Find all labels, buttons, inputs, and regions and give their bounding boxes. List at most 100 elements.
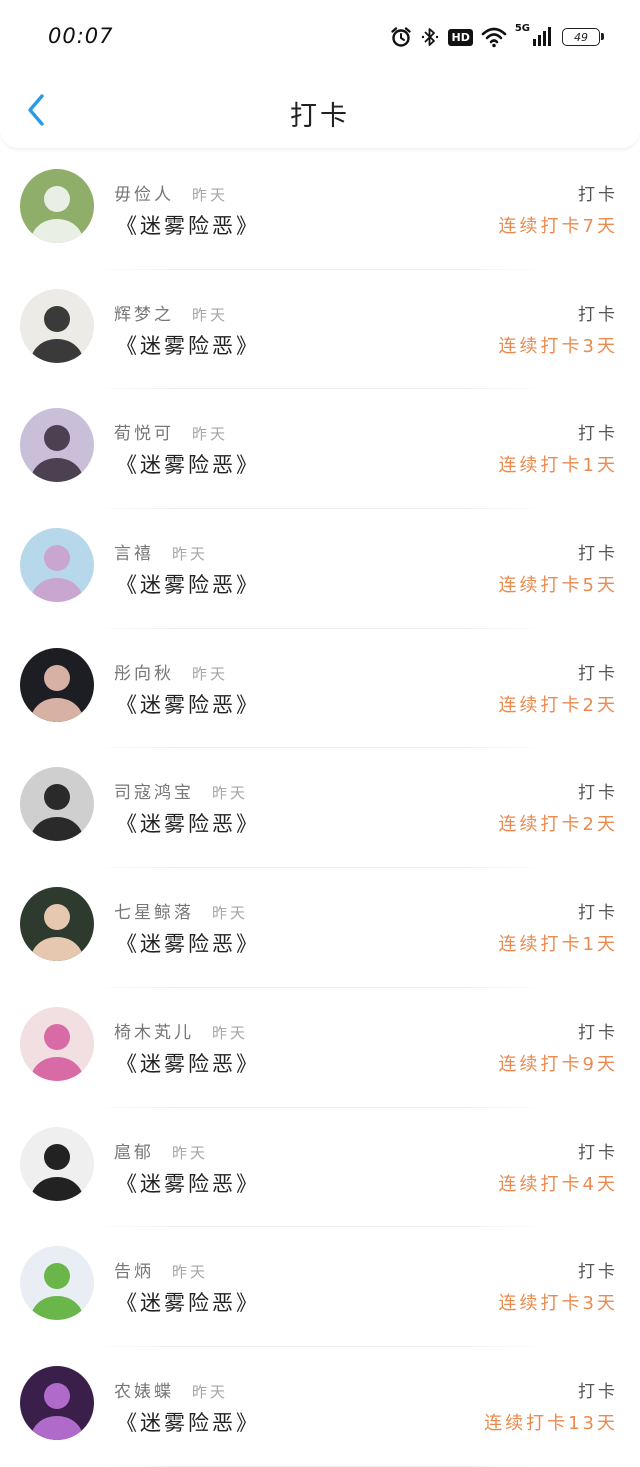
battery-icon: 49 (562, 28, 604, 46)
user-name[interactable]: 椅木芄儿 (114, 1023, 194, 1043)
list-item[interactable]: 彤向秋 昨天 《迷雾险恶》 打卡 连续打卡2天 (0, 629, 640, 749)
checkin-time: 昨天 (172, 1143, 209, 1162)
user-name[interactable]: 告炳 (114, 1262, 154, 1282)
user-line: 扈郁 昨天 (114, 1138, 208, 1163)
list-item[interactable]: 言禧 昨天 《迷雾险恶》 打卡 连续打卡5天 (0, 509, 640, 629)
streak-count: 连续打卡2天 (498, 814, 618, 836)
checkin-time: 昨天 (192, 1382, 229, 1401)
avatar[interactable] (20, 647, 94, 722)
user-name[interactable]: 七星鲸落 (114, 903, 194, 923)
checkin-time: 昨天 (192, 425, 229, 444)
checkin-time: 昨天 (212, 1023, 249, 1042)
list-item[interactable]: 荀悦可 昨天 《迷雾险恶》 打卡 连续打卡1天 (0, 389, 640, 509)
checkin-label: 打卡 (578, 304, 618, 325)
user-line: 农婊蝶 昨天 (114, 1377, 228, 1402)
list-item[interactable]: 毋俭人 昨天 《迷雾险恶》 打卡 连续打卡7天 (0, 150, 640, 270)
checkin-time: 昨天 (172, 1263, 209, 1282)
book-title[interactable]: 《迷雾险恶》 (116, 1048, 260, 1078)
list-item[interactable]: 七星鲸落 昨天 《迷雾险恶》 打卡 连续打卡1天 (0, 868, 640, 988)
avatar[interactable] (20, 1365, 94, 1440)
avatar[interactable] (20, 1126, 94, 1201)
streak-count: 连续打卡5天 (498, 575, 618, 597)
avatar-image (20, 1126, 94, 1201)
list-item[interactable]: 司寇鸿宝 昨天 《迷雾险恶》 打卡 连续打卡2天 (0, 748, 640, 868)
avatar-image (20, 1365, 94, 1440)
alarm-icon (390, 26, 412, 48)
checkin-label: 打卡 (578, 1022, 618, 1043)
status-time: 00:07 (48, 24, 114, 48)
avatar[interactable] (20, 408, 94, 483)
user-name[interactable]: 言禧 (114, 544, 154, 564)
streak-count: 连续打卡3天 (498, 335, 618, 357)
avatar[interactable] (20, 767, 94, 842)
user-name[interactable]: 荀悦可 (114, 424, 174, 444)
book-title[interactable]: 《迷雾险恶》 (116, 1287, 260, 1317)
avatar[interactable] (20, 169, 94, 243)
avatar-image (20, 528, 94, 603)
book-title[interactable]: 《迷雾险恶》 (116, 330, 260, 360)
avatar-image (20, 169, 94, 243)
user-line: 七星鲸落 昨天 (114, 898, 248, 923)
avatar[interactable] (20, 528, 94, 603)
status-icons: HD 5G 49 (390, 22, 604, 52)
list-item[interactable]: 辉梦之 昨天 《迷雾险恶》 打卡 连续打卡3天 (0, 270, 640, 390)
book-title[interactable]: 《迷雾险恶》 (116, 569, 260, 599)
streak-count: 连续打卡3天 (498, 1293, 618, 1315)
user-name[interactable]: 毋俭人 (114, 185, 174, 205)
book-title[interactable]: 《迷雾险恶》 (116, 449, 260, 479)
checkin-time: 昨天 (212, 784, 249, 803)
user-line: 司寇鸿宝 昨天 (114, 778, 248, 803)
nav-header: 打卡 (0, 72, 640, 148)
user-line: 言禧 昨天 (114, 539, 208, 564)
checkin-label: 打卡 (578, 1381, 618, 1402)
user-name[interactable]: 农婊蝶 (114, 1382, 174, 1402)
user-line: 椅木芄儿 昨天 (114, 1018, 248, 1043)
avatar[interactable] (20, 288, 94, 363)
streak-count: 连续打卡7天 (498, 216, 618, 237)
checkin-time: 昨天 (212, 904, 249, 923)
list-item[interactable]: 告炳 昨天 《迷雾险恶》 打卡 连续打卡3天 (0, 1227, 640, 1347)
checkin-time: 昨天 (192, 664, 229, 683)
signal-icon (532, 26, 554, 48)
checkin-label: 打卡 (578, 1262, 618, 1283)
book-title[interactable]: 《迷雾险恶》 (116, 1168, 260, 1198)
user-name[interactable]: 扈郁 (114, 1143, 154, 1163)
list-item[interactable]: 椅木芄儿 昨天 《迷雾险恶》 打卡 连续打卡9天 (0, 988, 640, 1108)
book-title[interactable]: 《迷雾险恶》 (116, 928, 260, 958)
avatar-image (20, 1006, 94, 1081)
avatar[interactable] (20, 1006, 94, 1081)
user-line: 荀悦可 昨天 (114, 419, 228, 444)
list-item[interactable]: 扈郁 昨天 《迷雾险恶》 打卡 连续打卡4天 (0, 1108, 640, 1228)
streak-count: 连续打卡4天 (498, 1173, 618, 1195)
checkin-label: 打卡 (578, 903, 618, 924)
checkin-label: 打卡 (578, 1142, 618, 1163)
avatar[interactable] (20, 887, 94, 962)
network-type-label: 5G (514, 23, 530, 34)
avatar-image (20, 767, 94, 842)
book-title[interactable]: 《迷雾险恶》 (116, 689, 260, 719)
streak-count: 连续打卡1天 (498, 934, 618, 956)
avatar-image (20, 1246, 94, 1321)
bluetooth-icon (420, 26, 440, 48)
checkin-label: 打卡 (578, 544, 618, 565)
streak-count: 连续打卡1天 (498, 455, 618, 477)
avatar-image (20, 288, 94, 363)
user-name[interactable]: 司寇鸿宝 (114, 783, 194, 803)
avatar-image (20, 647, 94, 722)
status-bar: 00:07 HD 5G 49 (0, 0, 640, 72)
user-name[interactable]: 辉梦之 (114, 305, 174, 325)
streak-count: 连续打卡9天 (498, 1053, 618, 1075)
book-title[interactable]: 《迷雾险恶》 (116, 210, 260, 240)
avatar-image (20, 408, 94, 483)
checkin-label: 打卡 (578, 185, 618, 205)
list-item[interactable]: 农婊蝶 昨天 《迷雾险恶》 打卡 连续打卡13天 (0, 1347, 640, 1467)
checkin-label: 打卡 (578, 783, 618, 804)
checkin-label: 打卡 (578, 663, 618, 684)
streak-count: 连续打卡2天 (498, 694, 618, 716)
avatar[interactable] (20, 1246, 94, 1321)
user-line: 毋俭人 昨天 (114, 180, 228, 205)
wifi-icon (481, 26, 507, 48)
user-line: 彤向秋 昨天 (114, 659, 228, 684)
user-name[interactable]: 彤向秋 (114, 664, 174, 684)
book-title[interactable]: 《迷雾险恶》 (116, 808, 260, 838)
